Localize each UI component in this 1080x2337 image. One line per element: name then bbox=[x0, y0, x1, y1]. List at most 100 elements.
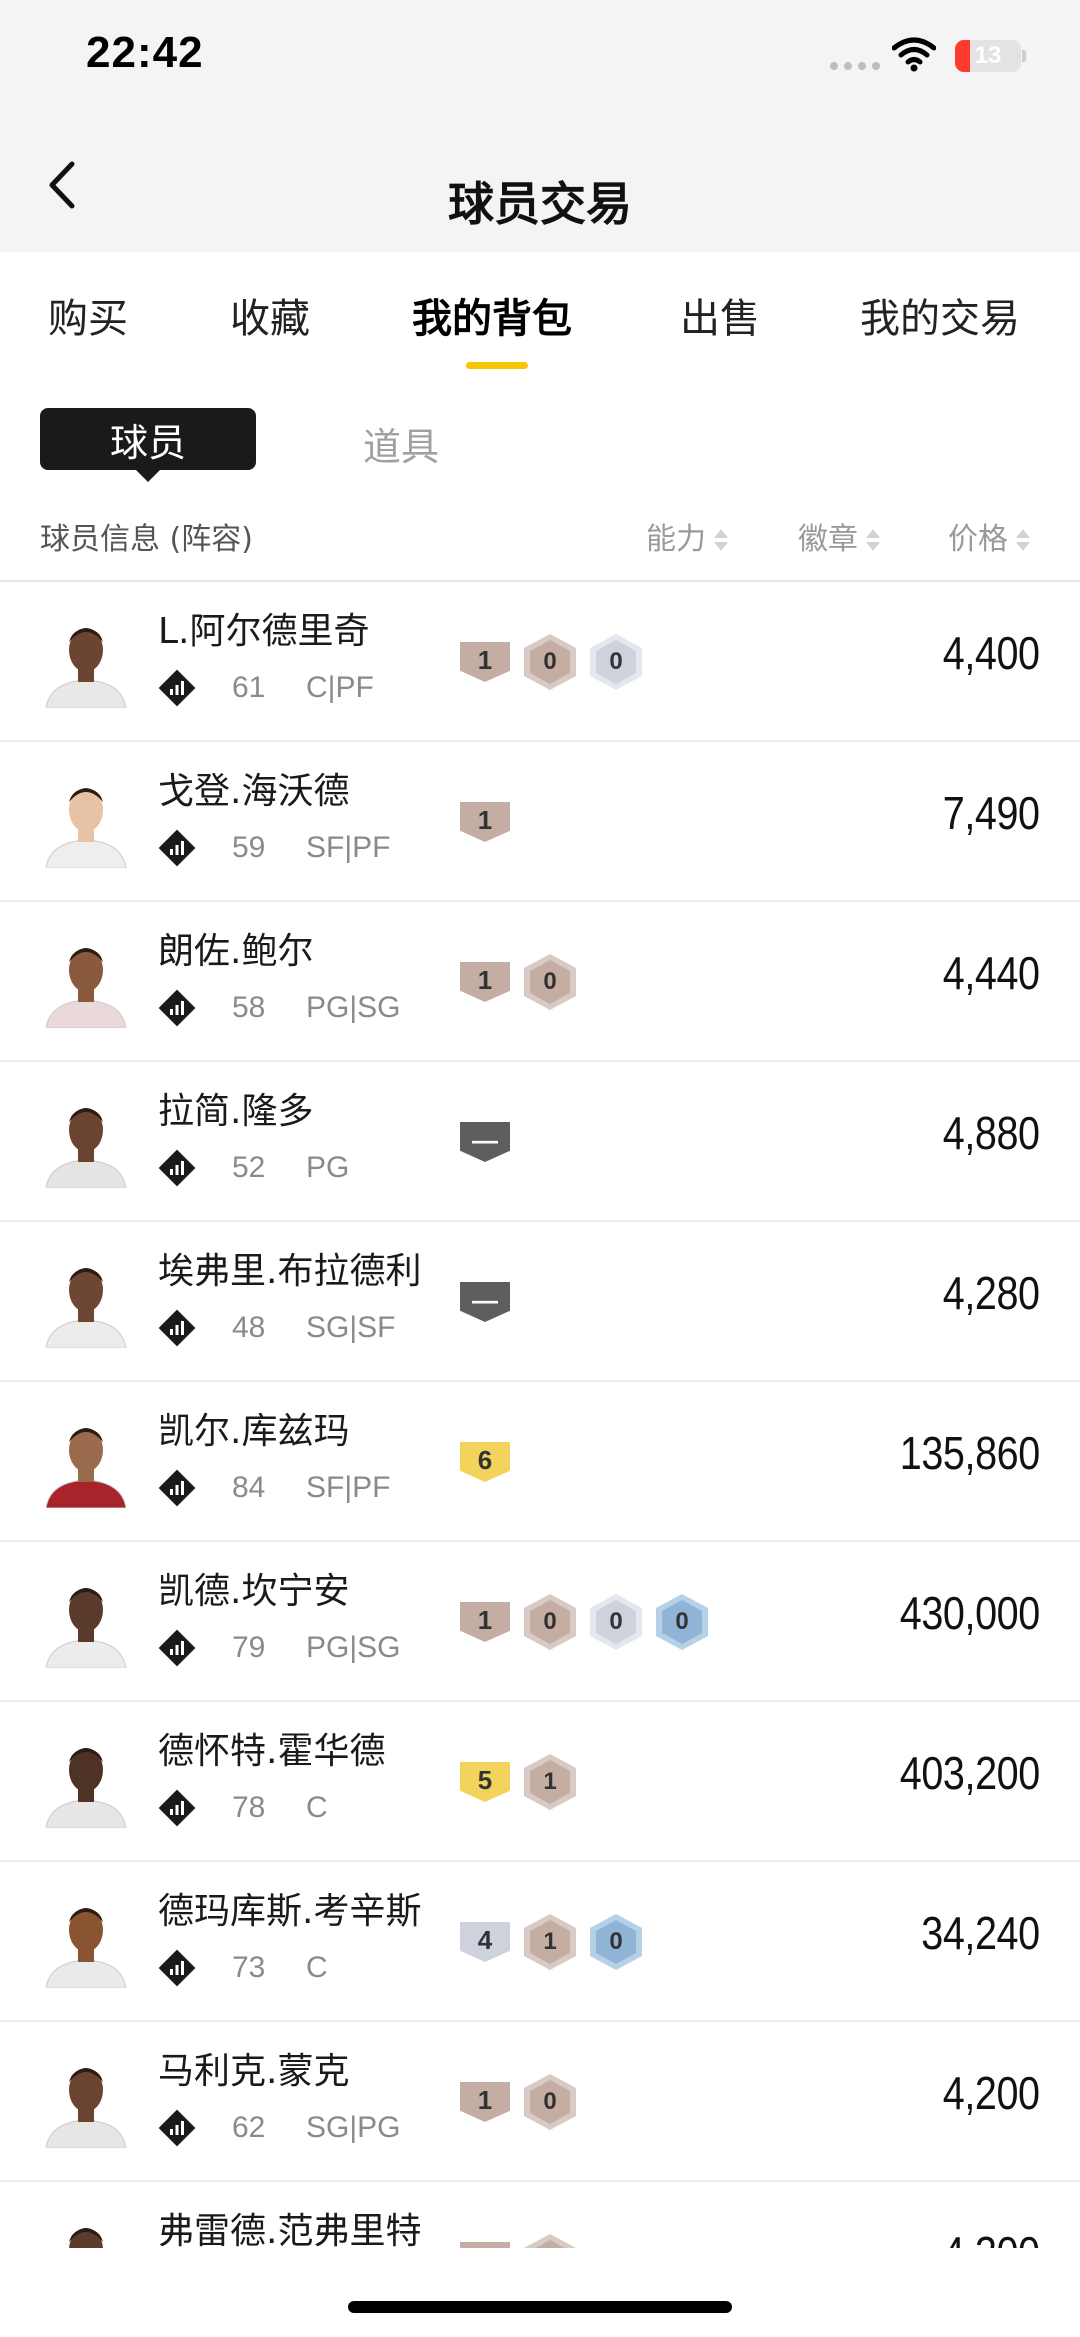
overall-rating-icon bbox=[158, 1149, 196, 1187]
player-price: 4,880 bbox=[943, 1107, 1040, 1159]
sub-tabs: 球员 道具 bbox=[0, 372, 1080, 482]
player-price: 4,200 bbox=[943, 2226, 1040, 2248]
player-position: SF|PF bbox=[306, 1471, 391, 1504]
player-price: 430,000 bbox=[900, 1587, 1040, 1639]
player-avatar bbox=[40, 1896, 132, 1988]
player-price: 4,280 bbox=[943, 1267, 1040, 1319]
badge-hexagon-icon: 0 bbox=[524, 2234, 576, 2248]
player-name: 德玛库斯.考辛斯 bbox=[158, 1891, 422, 1932]
sort-icon bbox=[1016, 528, 1030, 553]
player-badges: 6 bbox=[460, 1434, 510, 1490]
player-position: PG bbox=[306, 1151, 350, 1184]
player-badges: 100 bbox=[460, 634, 642, 690]
player-row[interactable]: 朗佐.鲍尔 58 PG|SG 1 0 4,440 bbox=[0, 902, 1080, 1062]
player-row[interactable]: 凯德.坎宁安 79 PG|SG 1 0 0 0 430,000 bbox=[0, 1542, 1080, 1702]
player-list: L.阿尔德里奇 61 C|PF 1 0 0 4,400 戈登.海沃德 59 SF|PF 1 7,490… bbox=[0, 582, 1080, 2248]
player-overall: 84 bbox=[232, 1471, 266, 1504]
player-name: 朗佐.鲍尔 bbox=[158, 931, 314, 972]
subtab-items[interactable]: 道具 bbox=[363, 416, 439, 471]
player-position: C bbox=[306, 1951, 328, 1984]
player-name: 埃弗里.布拉德利 bbox=[158, 1251, 422, 1292]
badge-count: 0 bbox=[662, 1600, 702, 1644]
player-meta: 59 SF|PF bbox=[158, 828, 390, 868]
subtab-players[interactable]: 球员 bbox=[40, 408, 256, 482]
overall-rating-icon bbox=[158, 829, 196, 867]
player-row[interactable]: 德怀特.霍华德 78 C 5 1 403,200 bbox=[0, 1702, 1080, 1862]
player-overall: 62 bbox=[232, 2111, 266, 2144]
player-row[interactable]: L.阿尔德里奇 61 C|PF 1 0 0 4,400 bbox=[0, 582, 1080, 742]
status-bar: 22:42 13 bbox=[0, 0, 1080, 110]
player-name: 凯德.坎宁安 bbox=[158, 1571, 350, 1612]
badge-count: 0 bbox=[530, 960, 570, 1004]
active-tab-indicator bbox=[466, 362, 528, 369]
ability-level-tag: — bbox=[460, 1122, 510, 1162]
player-meta: 48 SG|SF bbox=[158, 1308, 395, 1348]
player-badges: 410 bbox=[460, 1914, 642, 1970]
player-avatar bbox=[40, 776, 132, 868]
player-row[interactable]: 拉简.隆多 52 PG — 4,880 bbox=[0, 1062, 1080, 1222]
sort-badge[interactable]: 徽章 bbox=[798, 514, 880, 558]
player-name: 德怀特.霍华德 bbox=[158, 1731, 386, 1772]
player-position: C bbox=[306, 1791, 328, 1824]
overall-rating-icon bbox=[158, 989, 196, 1027]
cellular-signal-icon bbox=[830, 62, 880, 70]
home-indicator bbox=[348, 2301, 732, 2313]
player-badges: 10 bbox=[460, 2074, 576, 2130]
player-name: 马利克.蒙克 bbox=[158, 2051, 350, 2092]
player-price: 34,240 bbox=[921, 1907, 1041, 1959]
player-overall: 78 bbox=[232, 1791, 266, 1824]
player-badges: 1000 bbox=[460, 1594, 708, 1650]
header-price-label: 价格 bbox=[948, 522, 1008, 557]
player-row[interactable]: 凯尔.库兹玛 84 SF|PF 6 135,860 bbox=[0, 1382, 1080, 1542]
sort-ability[interactable]: 能力 bbox=[646, 514, 728, 558]
player-overall: 48 bbox=[232, 1311, 266, 1344]
ability-level-tag: 6 bbox=[460, 1442, 510, 1482]
player-meta: 78 C bbox=[158, 1788, 328, 1828]
overall-rating-icon bbox=[158, 1629, 196, 1667]
player-row[interactable]: 戈登.海沃德 59 SF|PF 1 7,490 bbox=[0, 742, 1080, 902]
tab-sell[interactable]: 出售 bbox=[680, 286, 760, 344]
player-name: 拉简.隆多 bbox=[158, 1091, 314, 1132]
tab-favorites[interactable]: 收藏 bbox=[230, 286, 310, 344]
player-row[interactable]: 埃弗里.布拉德利 48 SG|SF — 4,280 bbox=[0, 1222, 1080, 1382]
player-position: PG|SG bbox=[306, 1631, 401, 1664]
overall-rating-icon bbox=[158, 669, 196, 707]
badge-hexagon-icon: 1 bbox=[524, 1754, 576, 1810]
badge-count: 0 bbox=[530, 2080, 570, 2124]
player-name: L.阿尔德里奇 bbox=[158, 611, 370, 652]
badge-count: 0 bbox=[596, 640, 636, 684]
badge-hexagon-icon: 0 bbox=[590, 1594, 642, 1650]
player-meta: 62 SG|PG bbox=[158, 2108, 400, 2148]
tab-my-backpack[interactable]: 我的背包 bbox=[412, 286, 572, 344]
ability-level-tag: 1 bbox=[460, 2242, 510, 2248]
badge-count: 1 bbox=[530, 1920, 570, 1964]
badge-count: 1 bbox=[530, 1760, 570, 1804]
sort-price[interactable]: 价格 bbox=[948, 514, 1030, 558]
header-badge-label: 徽章 bbox=[798, 522, 858, 557]
player-price: 403,200 bbox=[900, 1747, 1040, 1799]
player-overall: 58 bbox=[232, 991, 266, 1024]
badge-hexagon-icon: 1 bbox=[524, 1914, 576, 1970]
ability-level-tag: 1 bbox=[460, 642, 510, 682]
player-position: C|PF bbox=[306, 671, 374, 704]
player-meta: 61 C|PF bbox=[158, 668, 374, 708]
player-overall: 52 bbox=[232, 1151, 266, 1184]
tab-buy[interactable]: 购买 bbox=[48, 286, 128, 344]
player-row[interactable]: 弗雷德.范弗里特104,200 bbox=[0, 2182, 1080, 2248]
player-row[interactable]: 德玛库斯.考辛斯 73 C 4 1 0 34,240 bbox=[0, 1862, 1080, 2022]
ability-level-tag: 4 bbox=[460, 1922, 510, 1962]
sort-icon bbox=[866, 528, 880, 553]
tab-my-trades[interactable]: 我的交易 bbox=[860, 286, 1020, 344]
battery-percent: 13 bbox=[974, 42, 1002, 69]
status-time: 22:42 bbox=[86, 28, 204, 77]
player-avatar bbox=[40, 2056, 132, 2148]
ability-level-tag: — bbox=[460, 1282, 510, 1322]
player-badges: 1 bbox=[460, 794, 510, 850]
badge-count: 0 bbox=[596, 1600, 636, 1644]
player-avatar bbox=[40, 1576, 132, 1668]
player-position: SF|PF bbox=[306, 831, 391, 864]
badge-count: 0 bbox=[596, 1920, 636, 1964]
player-row[interactable]: 马利克.蒙克 62 SG|PG 1 0 4,200 bbox=[0, 2022, 1080, 2182]
player-meta: 73 C bbox=[158, 1948, 328, 1988]
player-badges: 51 bbox=[460, 1754, 576, 1810]
